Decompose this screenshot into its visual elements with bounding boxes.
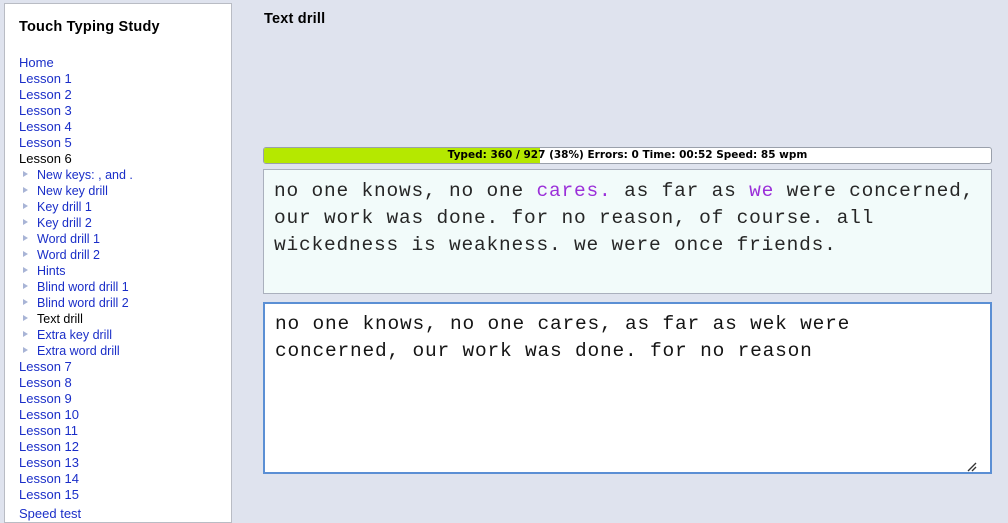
sidebar-item-label: Lesson 1 (19, 71, 72, 86)
sidebar-item-word-drill-2[interactable]: Word drill 2 (5, 247, 231, 263)
sidebar-item-label: Key drill 1 (37, 200, 92, 214)
drill-prompt-panel: no one knows, no one cares. as far as we… (263, 169, 992, 294)
sidebar-item-label: Blind word drill 1 (37, 280, 129, 294)
sidebar-item-extra-word-drill[interactable]: Extra word drill (5, 343, 231, 359)
site-title: Touch Typing Study (19, 19, 231, 35)
sidebar-item-label: Lesson 4 (19, 119, 72, 134)
triangle-bullet-icon (23, 331, 28, 337)
sidebar-item-label: Word drill 2 (37, 248, 100, 262)
sidebar-item-label: Lesson 8 (19, 375, 72, 390)
sidebar-item-label: Lesson 5 (19, 135, 72, 150)
sidebar-item-label: Text drill (37, 312, 83, 326)
sidebar-item-key-drill-2[interactable]: Key drill 2 (5, 215, 231, 231)
triangle-bullet-icon (23, 347, 28, 353)
sidebar-item-lesson-15[interactable]: Lesson 15 (5, 487, 231, 503)
sidebar-item-blind-word-drill-1[interactable]: Blind word drill 1 (5, 279, 231, 295)
sidebar-item-lesson-5[interactable]: Lesson 5 (5, 135, 231, 151)
triangle-bullet-icon (23, 235, 28, 241)
sidebar-item-label: Lesson 10 (19, 407, 79, 422)
sidebar-item-lesson-2[interactable]: Lesson 2 (5, 87, 231, 103)
triangle-bullet-icon (23, 187, 28, 193)
sidebar-item-label: Lesson 9 (19, 391, 72, 406)
sidebar-item-label: Lesson 7 (19, 359, 72, 374)
prompt-segment-marked: cares. (537, 180, 612, 202)
sidebar-item-lesson-4[interactable]: Lesson 4 (5, 119, 231, 135)
status-progress-bar: Typed: 360 / 927 (38%) Errors: 0 Time: 0… (263, 147, 992, 164)
sidebar-item-label: Extra key drill (37, 328, 112, 342)
typing-input[interactable]: no one knows, no one cares, as far as we… (263, 302, 992, 474)
triangle-bullet-icon (23, 299, 28, 305)
sidebar-item-label: Lesson 14 (19, 471, 79, 486)
sidebar-item-lesson-1[interactable]: Lesson 1 (5, 71, 231, 87)
sidebar-item-label: Lesson 3 (19, 103, 72, 118)
triangle-bullet-icon (23, 171, 28, 177)
sidebar-item-key-drill-1[interactable]: Key drill 1 (5, 199, 231, 215)
triangle-bullet-icon (23, 267, 28, 273)
sidebar-item-label: Hints (37, 264, 65, 278)
sidebar-item-label: Word drill 1 (37, 232, 100, 246)
triangle-bullet-icon (23, 283, 28, 289)
sidebar-item-label: Speed test (19, 506, 81, 521)
prompt-segment-marked: we (749, 180, 774, 202)
sidebar-item-home[interactable]: Home (5, 55, 231, 71)
sidebar-item-lesson-7[interactable]: Lesson 7 (5, 359, 231, 375)
sidebar-item-lesson-8[interactable]: Lesson 8 (5, 375, 231, 391)
sidebar-item-label: Home (19, 55, 54, 70)
sidebar-item-lesson-13[interactable]: Lesson 13 (5, 455, 231, 471)
sidebar-item-new-keys-and[interactable]: New keys: , and . (5, 167, 231, 183)
sidebar-item-extra-key-drill[interactable]: Extra key drill (5, 327, 231, 343)
sidebar-item-hints[interactable]: Hints (5, 263, 231, 279)
sidebar-item-label: Extra word drill (37, 344, 120, 358)
status-text: Typed: 360 / 927 (38%) Errors: 0 Time: 0… (264, 148, 991, 163)
prompt-segment: as far as (612, 180, 750, 202)
sidebar-item-label: Blind word drill 2 (37, 296, 129, 310)
sidebar-item-label: New keys: , and . (37, 168, 133, 182)
sidebar-item-label: Lesson 11 (19, 423, 78, 438)
prompt-segment: no one knows, no one (274, 180, 537, 202)
triangle-bullet-icon (23, 315, 28, 321)
sidebar: Touch Typing Study HomeLesson 1Lesson 2L… (4, 3, 232, 523)
sidebar-item-label: Key drill 2 (37, 216, 92, 230)
sidebar-item-text-drill: Text drill (5, 311, 231, 327)
sidebar-item-lesson-14[interactable]: Lesson 14 (5, 471, 231, 487)
sidebar-item-label: Lesson 6 (19, 151, 72, 166)
page-title: Text drill (264, 11, 1008, 27)
sidebar-item-lesson-9[interactable]: Lesson 9 (5, 391, 231, 407)
sidebar-item-lesson-11[interactable]: Lesson 11 (5, 423, 231, 439)
sidebar-item-label: Lesson 15 (19, 487, 79, 502)
sidebar-item-label: Lesson 13 (19, 455, 79, 470)
sidebar-item-speed-test[interactable]: Speed test (5, 506, 231, 522)
sidebar-item-lesson-10[interactable]: Lesson 10 (5, 407, 231, 423)
triangle-bullet-icon (23, 219, 28, 225)
sidebar-item-lesson-3[interactable]: Lesson 3 (5, 103, 231, 119)
main-content: Text drill Typed: 360 / 927 (38%) Errors… (236, 0, 1008, 515)
sidebar-nav: HomeLesson 1Lesson 2Lesson 3Lesson 4Less… (5, 55, 231, 523)
triangle-bullet-icon (23, 203, 28, 209)
sidebar-item-new-key-drill[interactable]: New key drill (5, 183, 231, 199)
sidebar-item-word-drill-1[interactable]: Word drill 1 (5, 231, 231, 247)
sidebar-item-lesson-6: Lesson 6 (5, 151, 231, 167)
sidebar-item-lesson-12[interactable]: Lesson 12 (5, 439, 231, 455)
sidebar-item-label: Lesson 12 (19, 439, 79, 454)
sidebar-item-label: Lesson 2 (19, 87, 72, 102)
triangle-bullet-icon (23, 251, 28, 257)
sidebar-item-label: New key drill (37, 184, 108, 198)
sidebar-item-blind-word-drill-2[interactable]: Blind word drill 2 (5, 295, 231, 311)
